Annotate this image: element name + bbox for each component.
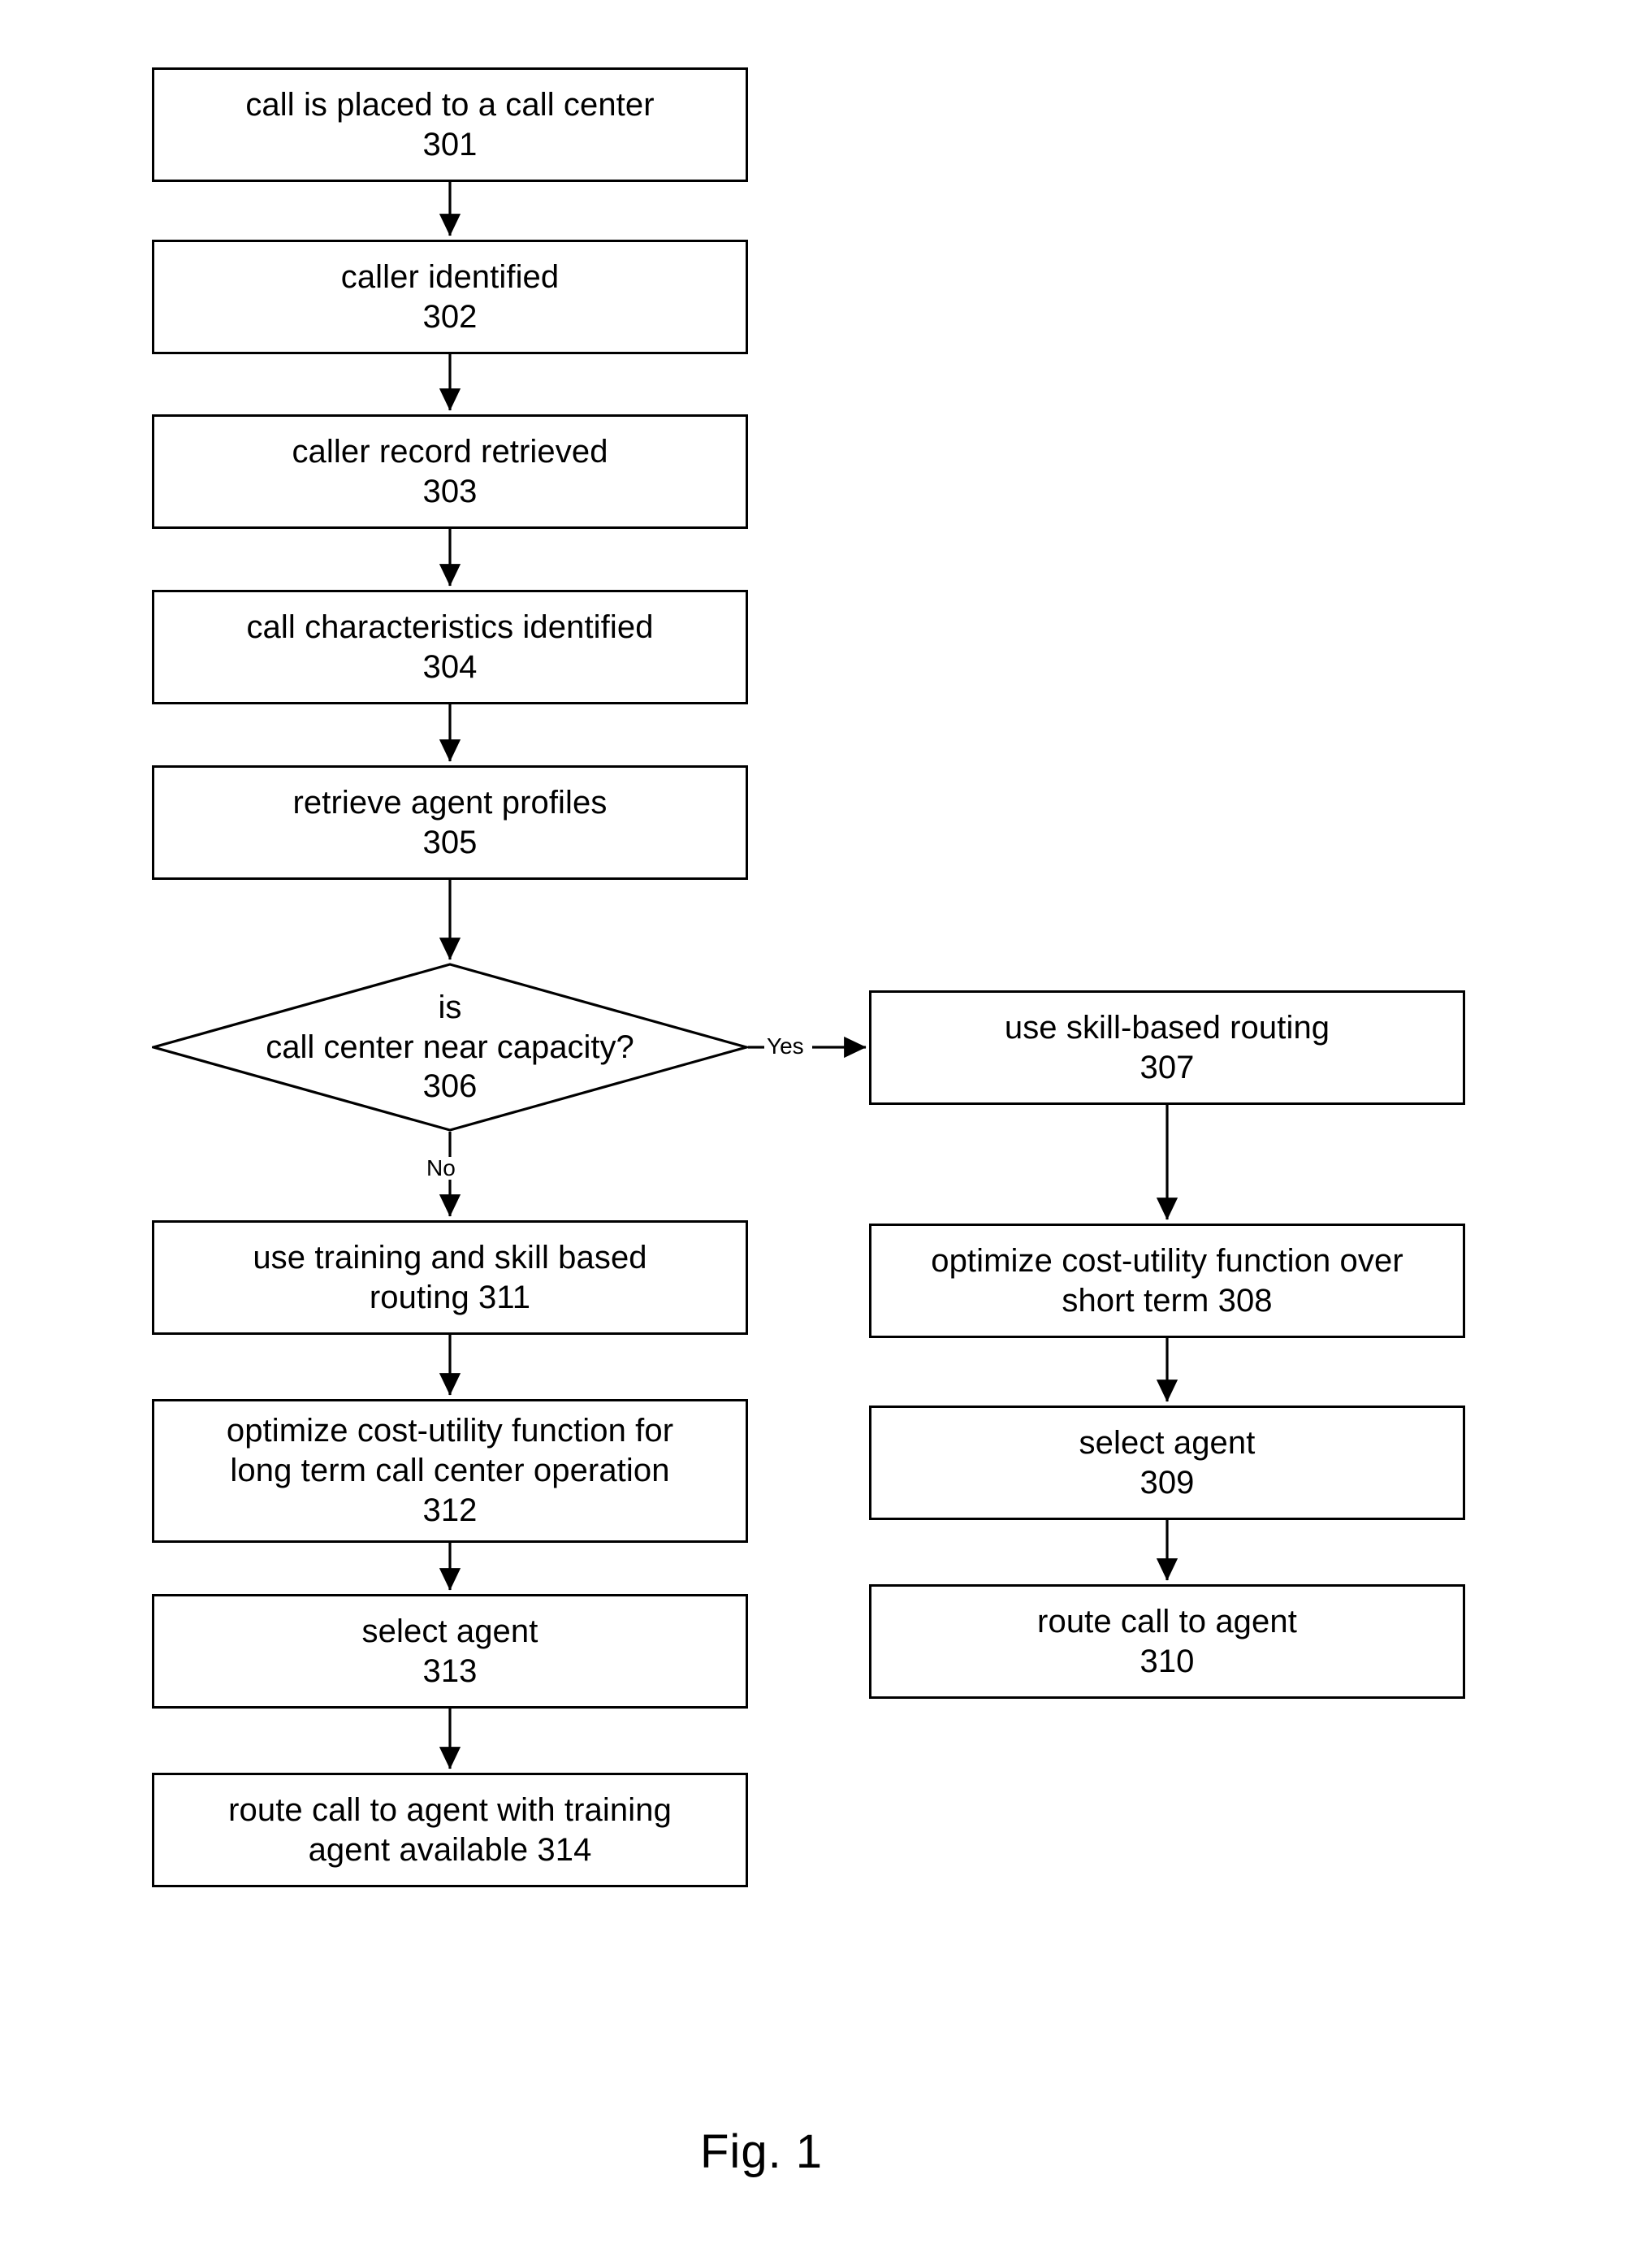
process-node-305-text: retrieve agent profiles 305 bbox=[292, 784, 608, 860]
figure-page: call is placed to a call center 301 call… bbox=[0, 0, 1652, 2248]
process-node-301[interactable]: call is placed to a call center 301 bbox=[152, 67, 748, 182]
figure-caption: Fig. 1 bbox=[700, 2129, 823, 2176]
edge-label-yes: Yes bbox=[767, 1035, 804, 1058]
process-node-302-text: caller identified 302 bbox=[340, 258, 560, 335]
process-node-307[interactable]: use skill-based routing 307 bbox=[869, 990, 1465, 1105]
decision-node-306[interactable]: is call center near capacity? 306 bbox=[152, 963, 748, 1132]
process-node-314[interactable]: route call to agent with training agent … bbox=[152, 1773, 748, 1887]
decision-node-306-text: is call center near capacity? 306 bbox=[266, 989, 634, 1105]
edge-label-no: No bbox=[426, 1157, 456, 1180]
process-node-309[interactable]: select agent 309 bbox=[869, 1406, 1465, 1520]
process-node-311[interactable]: use training and skill based routing 311 bbox=[152, 1220, 748, 1335]
process-node-305[interactable]: retrieve agent profiles 305 bbox=[152, 765, 748, 880]
process-node-310-text: route call to agent 310 bbox=[1037, 1603, 1297, 1679]
process-node-312-text: optimize cost-utility function for long … bbox=[226, 1413, 674, 1528]
process-node-308[interactable]: optimize cost-utility function over shor… bbox=[869, 1224, 1465, 1338]
process-node-303-text: caller record retrieved 303 bbox=[292, 433, 608, 509]
process-node-312[interactable]: optimize cost-utility function for long … bbox=[152, 1399, 748, 1543]
process-node-303[interactable]: caller record retrieved 303 bbox=[152, 414, 748, 529]
process-node-304[interactable]: call characteristics identified 304 bbox=[152, 590, 748, 704]
process-node-313[interactable]: select agent 313 bbox=[152, 1594, 748, 1709]
process-node-302[interactable]: caller identified 302 bbox=[152, 240, 748, 354]
process-node-301-text: call is placed to a call center 301 bbox=[245, 86, 655, 162]
process-node-314-text: route call to agent with training agent … bbox=[228, 1791, 672, 1868]
process-node-308-text: optimize cost-utility function over shor… bbox=[931, 1242, 1403, 1319]
edge-label-no-text: No bbox=[426, 1155, 456, 1180]
process-node-310[interactable]: route call to agent 310 bbox=[869, 1584, 1465, 1699]
process-node-309-text: select agent 309 bbox=[1079, 1424, 1256, 1501]
process-node-304-text: call characteristics identified 304 bbox=[246, 609, 654, 685]
edge-label-yes-text: Yes bbox=[767, 1033, 804, 1059]
figure-caption-text: Fig. 1 bbox=[700, 2125, 824, 2178]
process-node-313-text: select agent 313 bbox=[361, 1613, 538, 1689]
process-node-307-text: use skill-based routing 307 bbox=[1004, 1009, 1330, 1085]
process-node-311-text: use training and skill based routing 311 bbox=[253, 1239, 647, 1315]
